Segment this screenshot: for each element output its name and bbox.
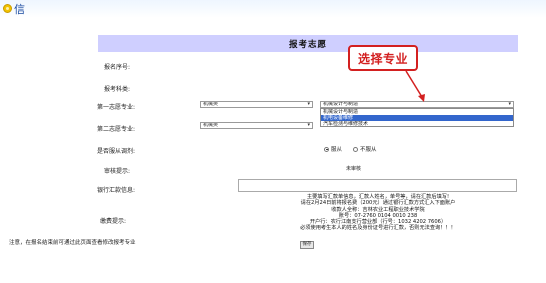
page: 信 报考志愿 报名序号: 报考科类: 第一志愿专业: 机械类 ▾ 机械设计与制造… bbox=[0, 0, 546, 283]
adjust-yes-label: 服从 bbox=[331, 147, 343, 153]
adjust-no-label: 不服从 bbox=[360, 147, 377, 153]
major-option[interactable]: 汽车检测与维修技术 bbox=[321, 121, 513, 127]
page-title: 报考志愿 bbox=[288, 39, 327, 50]
major-dropdown-list[interactable]: 机械设计与制造 机电设备维修 汽车检测与维修技术 bbox=[320, 108, 514, 127]
review-label: 审核提示: bbox=[104, 168, 131, 175]
form-title-bar: 报考志愿 bbox=[98, 35, 518, 52]
chevron-down-icon: ▾ bbox=[508, 101, 511, 107]
select-major-callout: 选择专业 bbox=[348, 45, 418, 71]
radio-checked-icon bbox=[324, 146, 329, 152]
category-label: 报考科类: bbox=[104, 86, 131, 93]
first-major-value: 机械设计与制造 bbox=[323, 101, 359, 107]
chevron-down-icon: ▾ bbox=[307, 122, 310, 128]
top-text: 信 bbox=[14, 3, 25, 16]
first-choice-label: 第一志愿专业: bbox=[97, 104, 136, 111]
review-status: 未审核 bbox=[346, 166, 362, 172]
first-category-value: 机械类 bbox=[203, 101, 219, 107]
callout-text: 选择专业 bbox=[357, 51, 408, 66]
info-icon bbox=[3, 4, 12, 13]
second-category-select[interactable]: 机械类 ▾ bbox=[200, 122, 313, 129]
first-category-select[interactable]: 机械类 ▾ bbox=[200, 101, 313, 108]
second-category-value: 机械类 bbox=[203, 122, 219, 128]
second-choice-label: 第二志愿专业: bbox=[97, 126, 136, 133]
radio-unchecked-icon bbox=[353, 146, 358, 152]
chevron-down-icon: ▾ bbox=[307, 101, 310, 107]
serial-label: 报名序号: bbox=[104, 64, 131, 71]
info-line: 必须使用考生本人的姓名及身份证号进行汇款，否则无法查询！！！ bbox=[300, 225, 456, 232]
bank-label: 银行汇款信息: bbox=[97, 187, 136, 194]
save-button[interactable]: 保存 bbox=[300, 241, 314, 249]
callout-arrow-icon bbox=[405, 70, 425, 102]
adjust-no-radio[interactable]: 不服从 bbox=[353, 145, 377, 153]
top-strip: 信 bbox=[0, 0, 546, 18]
adjust-yes-radio[interactable]: 服从 bbox=[324, 145, 342, 153]
bottom-note: 注意，在报名结束前可通过此页面查看修改报考专业 bbox=[9, 240, 136, 246]
bank-info-input[interactable] bbox=[238, 179, 517, 192]
adjust-label: 是否服从调剂: bbox=[97, 148, 136, 155]
payment-info: 主要填写汇款单信息，汇款人姓名，单号等，请在汇款后填写! 请在2月24日前将报名… bbox=[238, 194, 518, 232]
fee-label: 缴费提示: bbox=[100, 218, 127, 225]
